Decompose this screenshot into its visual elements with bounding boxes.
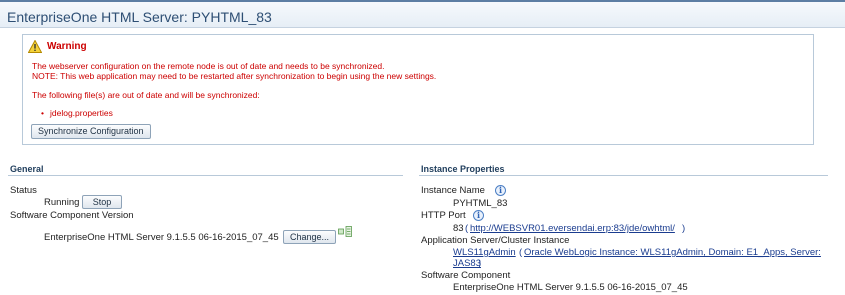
app-server-detail-link-line-1[interactable]: Oracle WebLogic Instance: WLS11gAdmin, D… [524,247,821,258]
software-component-version-label: Software Component Version [10,210,134,221]
software-component-value: EnterpriseOne HTML Server 9.1.5.5 06-16-… [453,282,688,293]
warning-message-line-1: The webserver configuration on the remot… [32,61,385,71]
warning-message-line-3: The following file(s) are out of date an… [32,90,260,100]
stop-button[interactable]: Stop [82,195,122,209]
app-server-label: Application Server/Cluster Instance [421,235,570,246]
http-port-info-icon[interactable]: i [473,210,484,221]
instance-name-label: Instance Name [421,185,485,196]
status-value: Running [44,197,80,208]
general-section-divider [8,175,403,176]
compare-icon[interactable] [338,226,352,237]
out-of-date-file-item: jdelog.properties [41,108,113,118]
change-version-button[interactable]: Change... [283,230,336,244]
app-server-detail-link-line-2[interactable]: JAS83 [453,258,481,269]
instance-properties-heading: Instance Properties [421,164,505,174]
app-server-instance-link[interactable]: WLS11gAdmin [453,247,516,258]
warning-message-line-2: NOTE: This web application may need to b… [32,71,437,81]
http-port-value: 83 [453,223,464,234]
general-section-heading: General [10,164,44,174]
http-port-url-link[interactable]: http://WEBSVR01.eversendai.erp:83/jde/ow… [470,223,675,234]
software-component-label: Software Component [421,270,511,281]
warning-triangle-icon [28,40,42,53]
app-server-detail-paren-open: ( [519,247,523,258]
instance-properties-divider [419,175,828,176]
instance-name-value: PYHTML_83 [453,198,508,209]
http-port-label: HTTP Port [421,210,466,221]
page-title-bar: EnterpriseOne HTML Server: PYHTML_83 [0,0,845,28]
warning-title: Warning [47,41,87,52]
page-title: EnterpriseOne HTML Server: PYHTML_83 [7,9,272,25]
instance-name-info-icon[interactable]: i [495,185,506,196]
status-label: Status [10,185,37,196]
software-component-version-value: EnterpriseOne HTML Server 9.1.5.5 06-16-… [44,232,279,243]
warning-panel: Warning The webserver configuration on t… [22,34,814,145]
app-server-detail-paren-close: ) [478,258,482,269]
http-port-paren-open: ( [465,223,469,234]
http-port-paren-close: ) [682,223,686,234]
synchronize-configuration-button[interactable]: Synchronize Configuration [31,124,151,139]
